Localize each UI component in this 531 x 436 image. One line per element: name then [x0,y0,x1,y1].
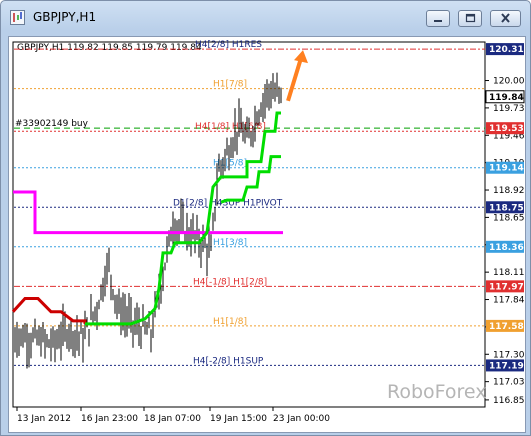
level-label: H4[2/8] H1RES [195,40,262,50]
title-bar[interactable]: GBPJPY,H1 [1,1,530,34]
x-tick-label: 16 Jan 23:00 [81,414,138,424]
x-tick-label: 23 Jan 00:00 [273,414,330,424]
level-label: H1[5/8] [213,159,247,169]
x-tick-label: 19 Jan 15:00 [210,414,267,424]
window-title: GBPJPY,H1 [33,10,97,24]
price-tag-label: 120.31 [489,45,524,55]
y-tick-label: 118.65 [493,213,525,223]
maximize-icon [465,13,476,23]
level-label: H1[1/8] [213,317,247,327]
price-tag-label: 117.19 [489,361,524,371]
symbol-header: GBPJPY,H1 119.82 119.85 119.79 119.84 [17,43,202,53]
y-tick-label: 116.85 [493,396,525,406]
price-tag-label: 117.58 [489,322,524,332]
chart-area[interactable]: 120.00119.73119.46119.19118.92118.65118.… [8,36,526,433]
y-tick-label: 120.00 [493,77,525,87]
chart-icon [10,10,25,25]
y-tick-label: 117.84 [493,296,525,306]
y-tick-label: 118.11 [493,268,525,278]
y-tick-label: 118.92 [493,186,525,196]
chart-window: GBPJPY,H1 120.00119.73119.46119.19118.92… [0,0,531,436]
level-label: #33902149 buy [15,119,89,129]
level-label: H4[-1/8] H1[2/8] [193,277,267,287]
x-tick-label: 18 Jan 07:00 [144,414,201,424]
y-tick-label: 117.30 [493,350,525,360]
maximize-button[interactable] [458,10,482,27]
minimize-icon [434,20,442,22]
price-tag-label: 118.36 [489,243,524,253]
y-tick-label: 117.03 [493,378,525,388]
minimize-button[interactable] [426,10,450,27]
price-tag-label: 117.97 [489,282,524,292]
close-icon [501,13,510,23]
price-chart[interactable]: 120.00119.73119.46119.19118.92118.65118.… [9,37,525,432]
price-tag-label: 119.14 [489,164,524,174]
watermark: RoboForex [387,381,487,403]
x-tick-label: 13 Jan 2012 [17,414,71,424]
level-label: H1[3/8] [213,238,247,248]
price-tag-label: 118.75 [489,203,524,213]
level-label: H1[7/8] [213,80,247,90]
plot-frame [12,41,486,408]
current-price-label: 119.84 [489,93,524,103]
level-label: H4[-2/8] H1SUP [193,356,264,366]
close-button[interactable] [490,10,521,27]
price-tag-label: 119.53 [489,124,524,134]
y-tick-label: 119.73 [493,104,525,114]
